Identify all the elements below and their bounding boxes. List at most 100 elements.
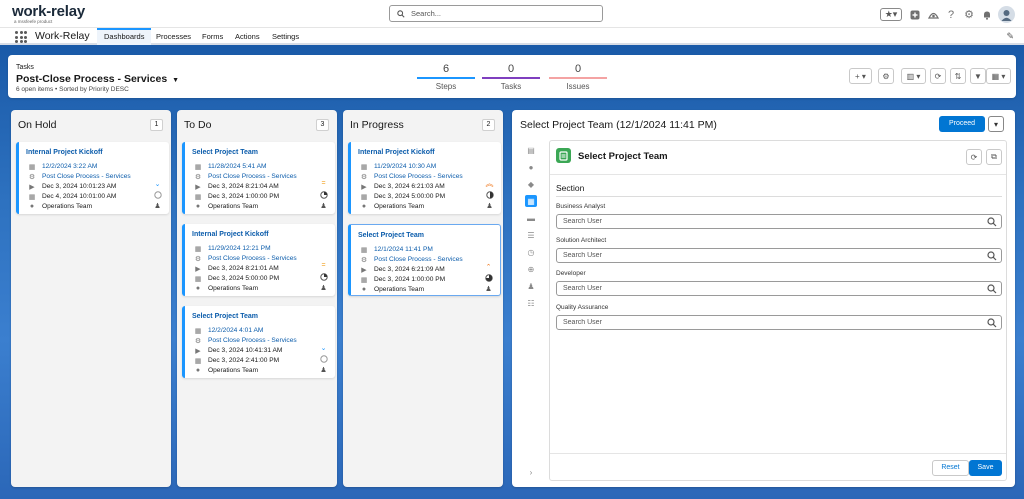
metric-value: 0 — [507, 63, 515, 75]
global-search[interactable]: Search... — [389, 5, 603, 22]
card-title[interactable]: Select Project Team — [192, 313, 258, 320]
card-title[interactable]: Select Project Team — [192, 149, 258, 156]
calendar-icon: ▦ — [194, 327, 202, 335]
assign-icon[interactable]: ♟ — [525, 280, 537, 292]
card-due-date: Dec 3, 2024 5:00:00 PM — [208, 275, 280, 282]
process-icon: ⚙ — [194, 173, 202, 181]
card-process-link[interactable]: Post Close Process - Services — [374, 256, 463, 263]
user-icon[interactable]: ● — [525, 161, 537, 173]
tab-dashboards[interactable]: Dashboards — [97, 28, 152, 45]
assign-user-icon[interactable]: ♟ — [485, 201, 494, 210]
card-created-date: 12/2/2024 4:01 AM — [208, 327, 264, 334]
chat-icon[interactable]: ◆ — [525, 178, 537, 190]
add-circle-icon[interactable]: ⊕ — [525, 263, 537, 275]
bell-icon[interactable] — [980, 8, 994, 22]
avatar[interactable] — [998, 6, 1015, 23]
metric-label: Tasks — [500, 82, 522, 91]
search-icon[interactable] — [987, 251, 997, 261]
process-icon: ⚙ — [194, 255, 202, 263]
tab-processes[interactable]: Processes — [149, 28, 198, 45]
metric-bar — [482, 77, 540, 79]
favorites-button[interactable]: ★▾ — [880, 8, 902, 21]
card-title[interactable]: Select Project Team — [358, 232, 424, 239]
tab-settings[interactable]: Settings — [265, 28, 306, 45]
gear-icon[interactable]: ⚙ — [962, 8, 976, 22]
card-title[interactable]: Internal Project Kickoff — [358, 149, 435, 156]
save-button[interactable]: Save — [969, 460, 1002, 476]
clock-icon[interactable]: ◷ — [525, 246, 537, 258]
assign-user-icon[interactable]: ♟ — [319, 283, 328, 292]
trailhead-icon[interactable] — [926, 8, 940, 22]
task-detail-panel: Select Project Team (12/1/2024 11:41 PM)… — [512, 110, 1015, 487]
assign-user-icon[interactable]: ♟ — [319, 201, 328, 210]
new-item-button[interactable]: + ▾ — [849, 68, 872, 84]
metric-tasks[interactable]: 0 Tasks — [482, 63, 540, 91]
metric-issues[interactable]: 0 Issues — [549, 63, 607, 91]
start-time-icon: ▶ — [195, 265, 201, 273]
folder-icon[interactable]: ▬ — [525, 212, 537, 224]
details-icon[interactable]: ▤ — [525, 144, 537, 156]
reset-button[interactable]: Reset — [932, 460, 969, 476]
card-created-date: 11/28/2024 5:41 AM — [208, 163, 267, 170]
card-start-time: Dec 3, 2024 8:21:04 AM — [208, 183, 279, 190]
proceed-button[interactable]: Proceed — [939, 116, 985, 132]
card-title[interactable]: Internal Project Kickoff — [192, 231, 269, 238]
filter-button[interactable]: ▼ — [970, 68, 986, 84]
checklist-icon[interactable]: ☰ — [525, 229, 537, 241]
tab-forms[interactable]: Forms — [195, 28, 230, 45]
search-icon[interactable] — [987, 318, 997, 328]
chevron-down-icon[interactable]: ▼ — [172, 77, 179, 84]
card-process-link[interactable]: Post Close Process - Services — [374, 173, 463, 180]
chevron-right-icon[interactable]: › — [525, 466, 537, 478]
refresh-button[interactable]: ⟳ — [930, 68, 946, 84]
card-team: Operations Team — [208, 285, 259, 292]
field-label: Business Analyst — [556, 203, 606, 210]
list-check-icon[interactable]: ☷ — [525, 297, 537, 309]
assign-user-icon[interactable]: ♟ — [484, 284, 493, 293]
task-card[interactable]: Select Project Team ▦ 11/28/2024 5:41 AM … — [182, 142, 335, 214]
view-switch-button[interactable]: ▥ ▾ — [901, 68, 926, 84]
card-due-date: Dec 3, 2024 2:41:00 PM — [208, 357, 280, 364]
help-icon[interactable]: ? — [944, 8, 958, 22]
search-icon[interactable] — [987, 217, 997, 227]
business-analyst-search-input[interactable] — [556, 214, 1002, 229]
card-process-link[interactable]: Post Close Process - Services — [208, 173, 297, 180]
card-process-link[interactable]: Post Close Process - Services — [208, 337, 297, 344]
card-process-link[interactable]: Post Close Process - Services — [208, 255, 297, 262]
app-logo[interactable]: work-relay a mssfeefe product — [12, 4, 85, 24]
assign-user-icon[interactable]: ♟ — [153, 201, 162, 210]
add-icon[interactable] — [908, 8, 922, 22]
developer-search-input[interactable] — [556, 281, 1002, 296]
sort-button[interactable]: ⇅ — [950, 68, 966, 84]
column-title: To Do — [184, 119, 212, 131]
refresh-form-button[interactable]: ⟳ — [966, 149, 982, 165]
task-card[interactable]: Select Project Team ▦ 12/2/2024 4:01 AM ⚙… — [182, 306, 335, 378]
page-title[interactable]: Post-Close Process - Services ▼ — [16, 73, 179, 85]
process-icon: ⚙ — [360, 173, 368, 181]
card-title[interactable]: Internal Project Kickoff — [26, 149, 103, 156]
edit-nav-icon[interactable]: ✎ — [1006, 31, 1014, 42]
metric-steps[interactable]: 6 Steps — [417, 63, 475, 91]
quality-assurance-search-input[interactable] — [556, 315, 1002, 330]
task-card[interactable]: Internal Project Kickoff ▦ 12/2/2024 3:22… — [16, 142, 169, 214]
tab-actions[interactable]: Actions — [228, 28, 267, 45]
kanban-icon: ▥ ▾ — [906, 71, 921, 81]
global-header: work-relay a mssfeefe product Search... … — [0, 0, 1024, 28]
form-icon[interactable]: ▦ — [525, 195, 537, 207]
open-external-button[interactable]: ⧉ — [986, 149, 1002, 165]
task-card[interactable]: Internal Project Kickoff ▦ 11/29/2024 12:… — [182, 224, 335, 296]
card-created-date: 11/29/2024 12:21 PM — [208, 245, 271, 252]
layout-button[interactable]: ▦ ▾ — [986, 68, 1011, 84]
solution-architect-search-input[interactable] — [556, 248, 1002, 263]
app-launcher-icon[interactable] — [15, 31, 27, 43]
page-subtitle: 6 open items • Sorted by Priority DESC — [16, 86, 129, 93]
settings-button[interactable]: ⚙ — [878, 68, 894, 84]
card-process-link[interactable]: Post Close Process - Services — [42, 173, 131, 180]
search-icon[interactable] — [987, 284, 997, 294]
task-card-selected[interactable]: Select Project Team ▦ 12/1/2024 11:41 PM … — [348, 224, 501, 296]
assign-user-icon[interactable]: ♟ — [319, 365, 328, 374]
proceed-menu-button[interactable]: ▾ — [988, 116, 1004, 132]
metric-bar — [549, 77, 607, 79]
task-card[interactable]: Internal Project Kickoff ▦ 11/29/2024 10:… — [348, 142, 501, 214]
priority-high-icon: ⌃ — [485, 263, 492, 271]
